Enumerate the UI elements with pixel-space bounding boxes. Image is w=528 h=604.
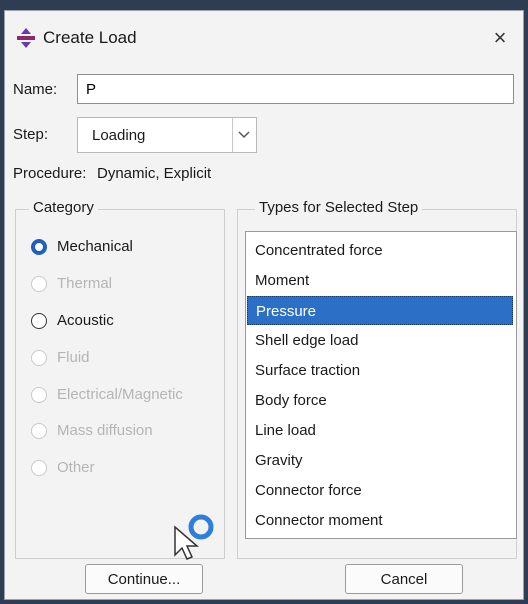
radio-button <box>31 423 47 439</box>
continue-button[interactable]: Continue... <box>85 564 203 594</box>
types-title: Types for Selected Step <box>255 199 423 216</box>
radio-label: Other <box>57 459 95 476</box>
title-bar: Create Load × <box>5 11 523 69</box>
radio-label: Thermal <box>57 275 113 292</box>
radio-button[interactable] <box>31 239 47 255</box>
list-item[interactable]: Connector force <box>247 476 513 505</box>
list-item[interactable]: Surface traction <box>247 356 513 385</box>
list-item[interactable]: Connector moment <box>247 506 513 535</box>
list-item[interactable]: Gravity <box>247 446 513 475</box>
cancel-button[interactable]: Cancel <box>345 564 463 594</box>
create-load-dialog: Create Load × Name: Step: Loading Proced… <box>4 10 524 600</box>
category-groupbox <box>15 209 225 559</box>
category-title: Category <box>29 199 98 216</box>
radio-label: Fluid <box>57 349 90 366</box>
list-item[interactable]: Line load <box>247 416 513 445</box>
step-label: Step: <box>13 126 49 143</box>
radio-label: Electrical/Magnetic <box>57 386 183 403</box>
radio-label: Acoustic <box>57 312 114 329</box>
radio-button <box>31 387 47 403</box>
list-item[interactable]: Concentrated force <box>247 236 513 265</box>
radio-button <box>31 276 47 292</box>
mouse-cursor-icon <box>174 514 214 560</box>
radio-label: Mass diffusion <box>57 422 153 439</box>
list-item[interactable]: Body force <box>247 386 513 415</box>
dialog-title: Create Load <box>43 28 137 47</box>
close-button[interactable]: × <box>483 21 517 55</box>
list-item[interactable]: Moment <box>247 266 513 295</box>
step-selected-value: Loading <box>92 127 146 144</box>
radio-label: Mechanical <box>57 238 133 255</box>
load-types-list[interactable]: Concentrated force Moment Pressure Shell… <box>245 231 517 539</box>
chevron-down-icon[interactable] <box>232 118 256 152</box>
name-label: Name: <box>13 81 58 98</box>
list-item[interactable]: Shell edge load <box>247 326 513 355</box>
radio-button <box>31 350 47 366</box>
procedure-value: Dynamic, Explicit <box>97 165 212 182</box>
list-item-selected[interactable]: Pressure <box>247 296 513 325</box>
radio-button <box>31 460 47 476</box>
load-icon <box>17 28 35 48</box>
name-field[interactable] <box>77 74 514 104</box>
radio-button[interactable] <box>31 313 47 329</box>
step-dropdown[interactable]: Loading <box>77 117 257 153</box>
procedure-label: Procedure: <box>13 165 87 182</box>
